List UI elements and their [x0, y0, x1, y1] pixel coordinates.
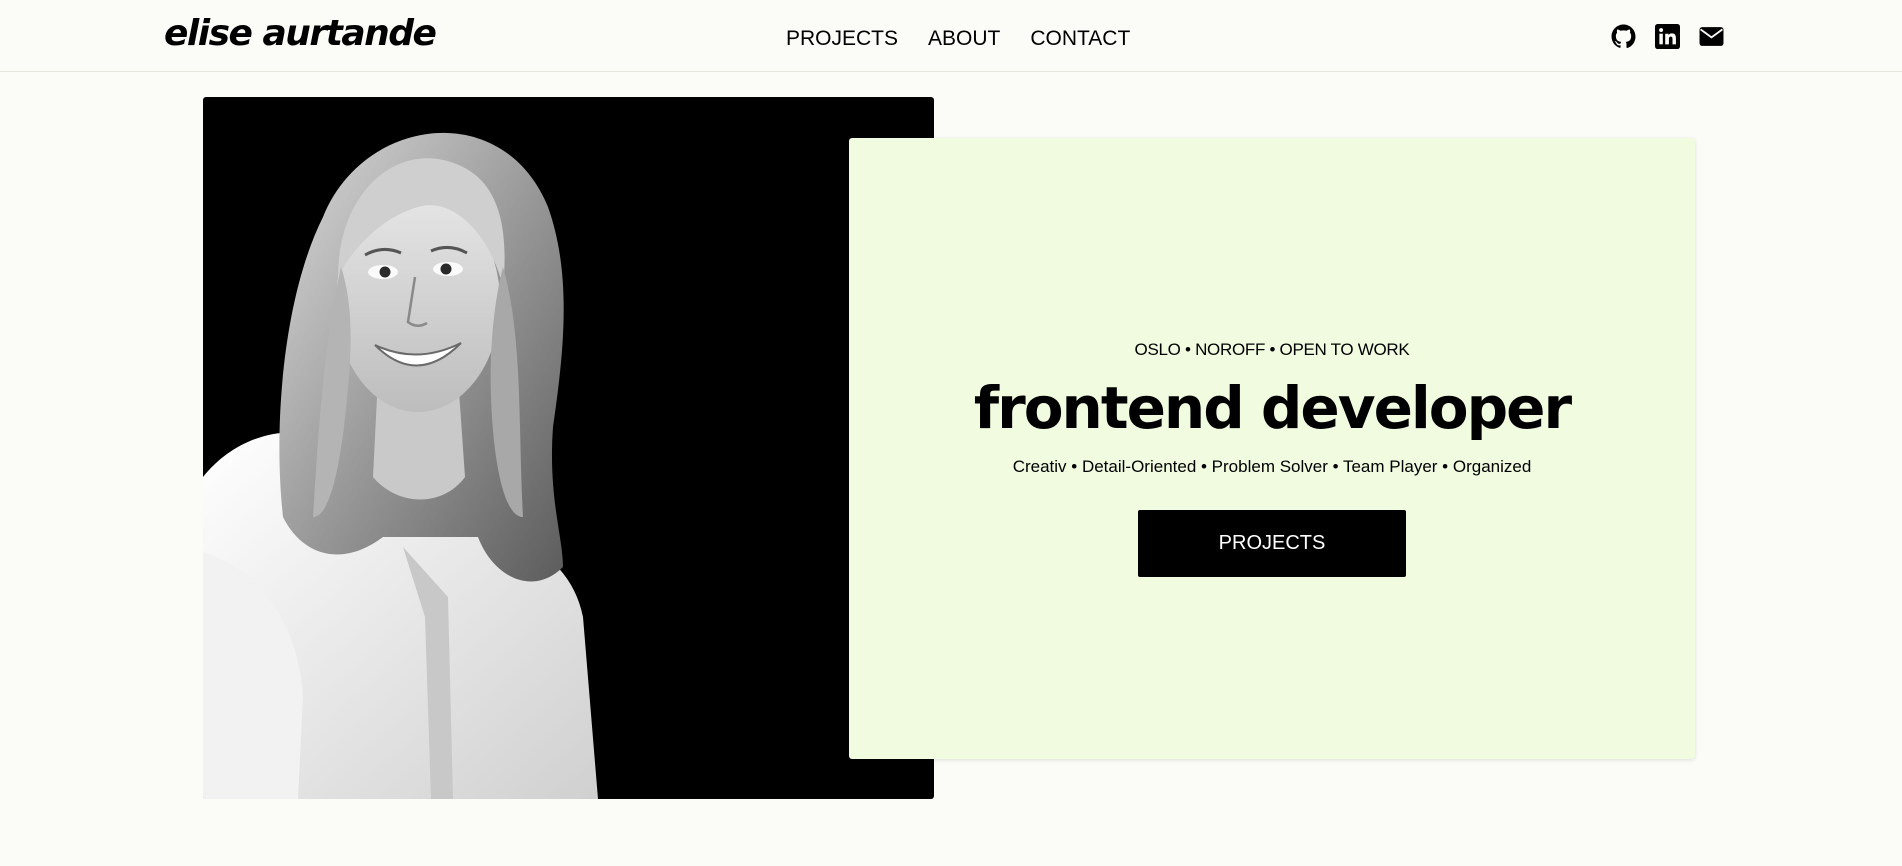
hero-traits: Creativ • Detail-Oriented • Problem Solv…: [1012, 457, 1532, 476]
logo[interactable]: elise aurtande: [164, 10, 437, 58]
mail-icon[interactable]: [1699, 24, 1724, 49]
main-nav: PROJECTS ABOUT CONTACT: [786, 24, 1160, 54]
site-header: elise aurtande PROJECTS ABOUT CONTACT: [0, 0, 1902, 72]
linkedin-icon[interactable]: [1655, 24, 1680, 49]
nav-link-projects[interactable]: PROJECTS: [786, 24, 898, 54]
portrait-illustration: [203, 132, 598, 799]
profile-photo: [203, 97, 934, 799]
nav-link-contact[interactable]: CONTACT: [1030, 24, 1130, 54]
hero-tagline: OSLO • NOROFF • OPEN TO WORK: [1134, 340, 1410, 359]
hero-card: OSLO • NOROFF • OPEN TO WORK frontend de…: [849, 138, 1695, 759]
hero-title: frontend developer: [973, 374, 1572, 442]
nav-link-about[interactable]: ABOUT: [928, 24, 1000, 54]
social-links: [1611, 24, 1724, 49]
github-icon[interactable]: [1611, 24, 1636, 49]
projects-button[interactable]: PROJECTS: [1138, 510, 1406, 577]
